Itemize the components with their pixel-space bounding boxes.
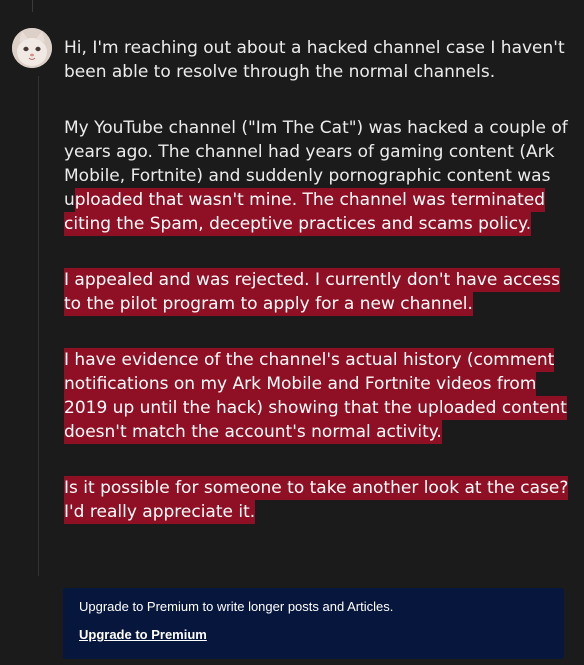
p4-highlighted-text: I have evidence of the channel's actual … <box>64 348 567 444</box>
thread-line-top <box>32 0 33 12</box>
upgrade-to-premium-link[interactable]: Upgrade to Premium <box>79 627 207 642</box>
p3-highlighted-text: I appealed and was rejected. I currently… <box>64 268 561 316</box>
thread-line <box>38 76 39 576</box>
post-paragraph-4: I have evidence of the channel's actual … <box>64 348 574 444</box>
cat-avatar-image <box>12 28 52 68</box>
premium-upsell-box: Upgrade to Premium to write longer posts… <box>63 588 564 659</box>
p2-highlighted-text: ploaded that wasn't mine. The channel wa… <box>64 188 545 236</box>
post-paragraph-3: I appealed and was rejected. I currently… <box>64 268 574 316</box>
post-paragraph-intro: Hi, I'm reaching out about a hacked chan… <box>64 36 574 84</box>
post-paragraph-5: Is it possible for someone to take anoth… <box>64 476 574 524</box>
premium-upsell-text: Upgrade to Premium to write longer posts… <box>79 599 394 614</box>
post-body: Hi, I'm reaching out about a hacked chan… <box>64 36 574 556</box>
post-paragraph-2: My YouTube channel ("Im The Cat") was ha… <box>64 116 574 236</box>
user-avatar[interactable] <box>12 28 52 68</box>
intro-text: Hi, I'm reaching out about a hacked chan… <box>64 38 565 82</box>
p5-highlighted-text: Is it possible for someone to take anoth… <box>64 476 569 524</box>
